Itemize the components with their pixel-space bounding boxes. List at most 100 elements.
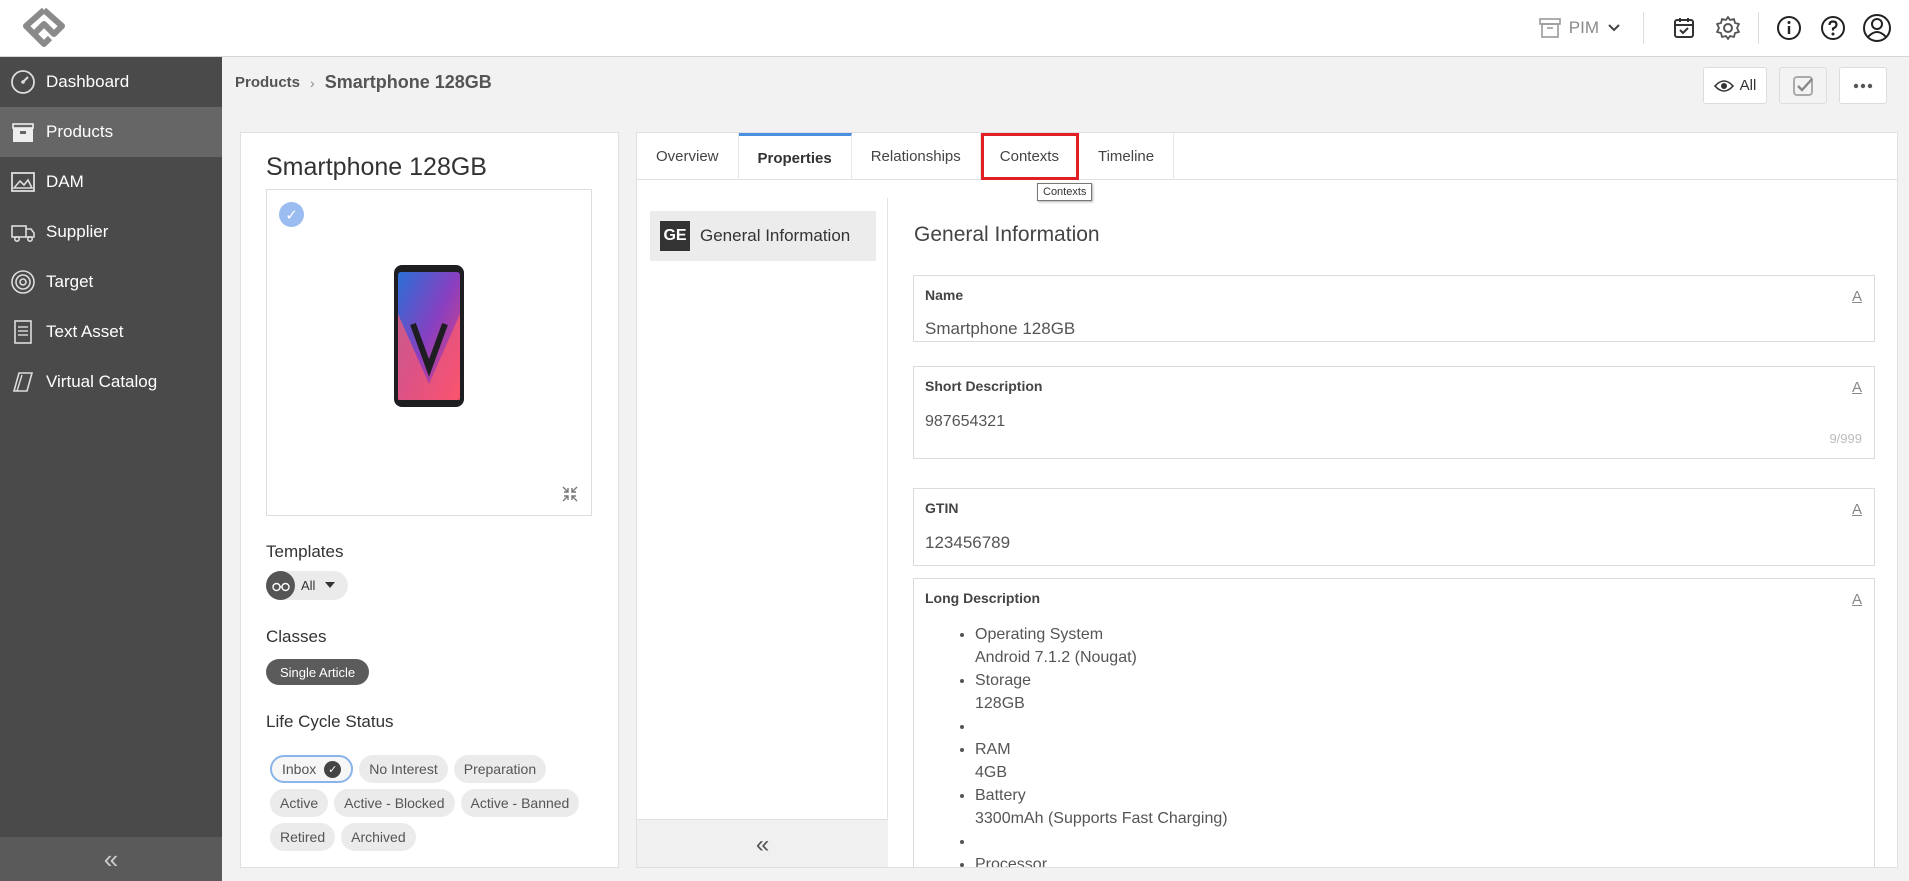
list-item: Battery xyxy=(975,784,1228,807)
sidebar-item-label: Products xyxy=(46,122,114,141)
name-field-label: Name xyxy=(925,287,964,303)
long-description-label: Long Description xyxy=(925,590,1041,606)
lifecycle-status-preparation[interactable]: Preparation xyxy=(453,755,547,783)
short-description-field[interactable]: Short Description A 987654321 9/999 xyxy=(913,366,1875,459)
breadcrumb-separator: › xyxy=(310,74,315,91)
breadcrumb-products-link[interactable]: Products xyxy=(235,74,300,91)
section-item-label: General Information xyxy=(700,226,851,245)
list-item: 3300mAh (Supports Fast Charging) xyxy=(975,810,1228,827)
more-options-button[interactable] xyxy=(1839,67,1887,104)
template-avatar-icon xyxy=(266,571,295,600)
tab-relationships[interactable]: Relationships xyxy=(852,133,981,180)
sidebar-item-label: Dashboard xyxy=(46,72,130,91)
short-description-value[interactable]: 987654321 xyxy=(925,413,1005,431)
tab-timeline[interactable]: Timeline xyxy=(1079,133,1175,180)
sidebar-item-target[interactable]: Target xyxy=(0,257,222,307)
divider xyxy=(1758,12,1759,44)
sidebar-item-products[interactable]: Products xyxy=(0,107,222,157)
sidebar-item-virtual-catalog[interactable]: Virtual Catalog xyxy=(0,357,222,407)
product-image xyxy=(394,265,464,407)
view-filter-label: All xyxy=(1739,77,1757,94)
attribute-type-icon[interactable]: A xyxy=(1852,591,1862,608)
sidebar-item-label: Target xyxy=(46,272,94,291)
calendar-check-button[interactable] xyxy=(1662,0,1706,56)
list-item xyxy=(975,830,1228,853)
image-icon xyxy=(11,172,35,192)
list-item: RAM xyxy=(975,738,1228,761)
lifecycle-status-label: Inbox xyxy=(282,761,317,777)
sidebar-collapse-button[interactable]: « xyxy=(0,837,222,881)
product-image-box[interactable]: ✓ xyxy=(266,189,592,516)
module-select-value: PIM xyxy=(1568,18,1599,37)
top-bar: PIM xyxy=(0,0,1909,57)
help-button[interactable] xyxy=(1811,0,1855,56)
lifecycle-status-no-interest[interactable]: No Interest xyxy=(359,755,448,783)
sidebar-item-text-asset[interactable]: Text Asset xyxy=(0,307,222,357)
lifecycle-status-active-banned[interactable]: Active - Banned xyxy=(460,789,580,817)
collapse-image-icon[interactable] xyxy=(561,485,579,503)
user-icon xyxy=(1863,14,1891,42)
gtin-field-label: GTIN xyxy=(925,500,959,516)
tab-contexts[interactable]: Contexts xyxy=(980,133,1079,180)
approve-button[interactable] xyxy=(1779,67,1827,104)
check-icon[interactable]: ✓ xyxy=(279,202,304,227)
templates-label: Templates xyxy=(266,542,344,561)
lifecycle-status-list: Inbox ✓ No Interest Preparation Active A… xyxy=(270,755,590,851)
eye-icon xyxy=(1713,79,1734,92)
dashboard-icon xyxy=(11,70,35,94)
lifecycle-status-retired[interactable]: Retired xyxy=(270,823,336,851)
lifecycle-label: Life Cycle Status xyxy=(266,712,394,731)
list-item: Android 7.1.2 (Nougat) xyxy=(975,649,1137,666)
catalog-icon xyxy=(12,372,34,392)
chevron-down-icon xyxy=(1608,24,1620,32)
sidebar-item-dashboard[interactable]: Dashboard xyxy=(0,57,222,107)
product-detail-panel: Overview Properties Relationships Contex… xyxy=(636,132,1898,868)
user-menu-button[interactable] xyxy=(1855,0,1899,56)
character-counter: 9/999 xyxy=(1829,431,1862,446)
sidebar-item-label: DAM xyxy=(46,172,84,191)
help-icon xyxy=(1821,16,1845,40)
sidebar-item-dam[interactable]: DAM xyxy=(0,157,222,207)
lifecycle-status-archived[interactable]: Archived xyxy=(341,823,416,851)
sidebar-item-supplier[interactable]: Supplier xyxy=(0,207,222,257)
template-select[interactable]: All xyxy=(266,571,348,600)
document-icon xyxy=(14,320,32,344)
truck-icon xyxy=(11,225,35,242)
view-filter-button[interactable]: All xyxy=(1703,67,1767,104)
products-icon xyxy=(12,123,34,142)
section-list-collapse-button[interactable]: « xyxy=(637,819,888,867)
gtin-field[interactable]: GTIN A 123456789 xyxy=(913,488,1875,566)
long-description-field[interactable]: Long Description A Operating System Andr… xyxy=(913,578,1875,867)
list-item xyxy=(975,715,1228,738)
name-field[interactable]: Name A Smartphone 128GB xyxy=(913,275,1875,342)
module-select[interactable]: PIM xyxy=(1538,12,1644,44)
double-chevron-left-icon: « xyxy=(755,830,770,858)
lifecycle-status-active-blocked[interactable]: Active - Blocked xyxy=(334,789,455,817)
archive-icon xyxy=(1538,18,1561,38)
attribute-type-icon[interactable]: A xyxy=(1852,501,1862,518)
sidebar-item-label: Supplier xyxy=(46,222,109,241)
app-logo-icon[interactable] xyxy=(20,6,68,50)
section-item-general-information[interactable]: GE General Information xyxy=(650,211,876,261)
name-field-value[interactable]: Smartphone 128GB xyxy=(925,319,1075,339)
classes-label: Classes xyxy=(266,627,327,646)
settings-button[interactable] xyxy=(1706,0,1750,56)
more-horizontal-icon xyxy=(1853,83,1873,88)
sidebar: Dashboard Products DAM Supplier Target T… xyxy=(0,57,222,881)
attribute-type-icon[interactable]: A xyxy=(1852,288,1862,305)
long-description-list[interactable]: Operating System Android 7.1.2 (Nougat) … xyxy=(975,623,1228,867)
tab-tooltip: Contexts xyxy=(1037,183,1093,201)
tab-properties[interactable]: Properties xyxy=(738,133,852,180)
lifecycle-status-inbox[interactable]: Inbox ✓ xyxy=(270,755,354,783)
lifecycle-status-active[interactable]: Active xyxy=(270,789,329,817)
gear-icon xyxy=(1716,16,1740,40)
header-actions: All xyxy=(1703,67,1887,104)
class-chip[interactable]: Single Article xyxy=(266,659,370,685)
glasses-icon xyxy=(271,582,290,591)
tab-overview[interactable]: Overview xyxy=(637,133,739,180)
info-button[interactable] xyxy=(1767,0,1811,56)
attribute-type-icon[interactable]: A xyxy=(1852,379,1862,396)
list-item: Storage xyxy=(975,669,1228,692)
section-abbr-badge: GE xyxy=(660,221,690,251)
gtin-field-value[interactable]: 123456789 xyxy=(925,533,1010,553)
